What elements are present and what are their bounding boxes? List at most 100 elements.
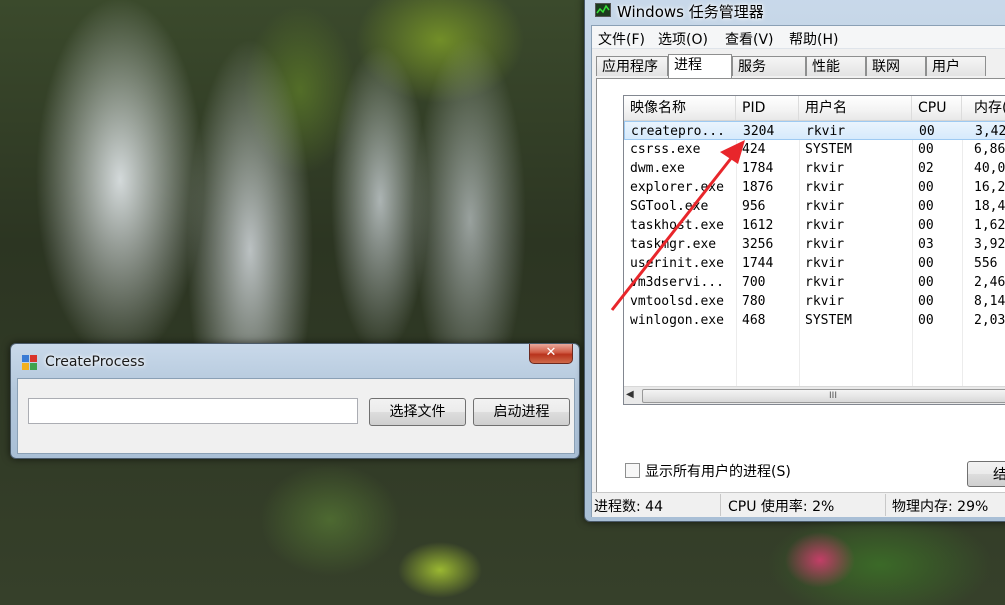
cell-cpu: 00 [918, 218, 934, 233]
tab-strip: 应用程序 进程 服务 性能 联网 用户 [592, 54, 1005, 78]
task-manager-icon [595, 3, 611, 17]
tab-networking[interactable]: 联网 [866, 56, 926, 76]
tab-users[interactable]: 用户 [926, 56, 986, 76]
menu-bar: 文件(F) 选项(O) 查看(V) 帮助(H) [592, 26, 1005, 49]
cell-memory: 16,288 [974, 180, 1005, 195]
cell-pid: 1612 [742, 218, 774, 233]
window-title: Windows 任务管理器 [617, 3, 764, 21]
scroll-left-icon[interactable]: ◀ [626, 389, 634, 400]
window-client-area: 选择文件 启动进程 [17, 378, 575, 454]
menu-help[interactable]: 帮助(H) [789, 29, 838, 49]
createprocess-window: CreateProcess ✕ 选择文件 启动进程 [10, 343, 580, 459]
column-cpu[interactable]: CPU [912, 96, 962, 120]
cell-user-name: rkvir [805, 199, 845, 214]
process-row[interactable]: vmtoolsd.exe 780 rkvir 00 8,144 [624, 292, 1005, 311]
cell-image-name: winlogon.exe [630, 313, 724, 328]
checkbox-box[interactable] [625, 463, 640, 478]
process-list[interactable]: 映像名称 PID 用户名 CPU 内存( createpro... 3204 rkv… [623, 95, 1005, 405]
column-memory[interactable]: 内存( [962, 96, 1005, 120]
column-header-row: 映像名称 PID 用户名 CPU 内存( [624, 96, 1005, 121]
cell-pid: 3256 [742, 237, 774, 252]
cell-user-name: rkvir [805, 161, 845, 176]
show-all-users-checkbox[interactable]: 显示所有用户的进程(S) [625, 461, 791, 481]
cell-user-name: SYSTEM [805, 142, 852, 157]
cell-user-name: rkvir [805, 256, 845, 271]
status-process-count: 进程数: 44 [594, 499, 663, 515]
cell-image-name: csrss.exe [630, 142, 701, 157]
process-row[interactable]: userinit.exe 1744 rkvir 00 556 [624, 254, 1005, 273]
cell-image-name: explorer.exe [630, 180, 724, 195]
cell-pid: 468 [742, 313, 766, 328]
cell-pid: 780 [742, 294, 766, 309]
file-path-input[interactable] [28, 398, 358, 424]
column-pid[interactable]: PID [736, 96, 799, 120]
process-row[interactable]: dwm.exe 1784 rkvir 02 40,044 [624, 159, 1005, 178]
status-bar: 进程数: 44 CPU 使用率: 2% 物理内存: 29% [592, 492, 1005, 517]
menu-options[interactable]: 选项(O) [658, 29, 708, 49]
processes-panel: 映像名称 PID 用户名 CPU 内存( createpro... 3204 rkv… [596, 78, 1005, 500]
status-cpu-usage: CPU 使用率: 2% [728, 499, 835, 515]
menu-view[interactable]: 查看(V) [725, 29, 774, 49]
cell-user-name: rkvir [806, 124, 846, 139]
process-row[interactable]: csrss.exe 424 SYSTEM 00 6,860 [624, 140, 1005, 159]
cell-user-name: rkvir [805, 237, 845, 252]
application-icon [22, 355, 37, 370]
cell-pid: 1876 [742, 180, 774, 195]
cell-memory: 3,928 [974, 237, 1005, 252]
cell-memory: 40,044 [974, 161, 1005, 176]
process-row[interactable]: explorer.exe 1876 rkvir 00 16,288 [624, 178, 1005, 197]
process-rows: createpro... 3204 rkvir 00 3,428 csrss.exe 424… [624, 121, 1005, 330]
process-row[interactable]: taskhost.exe 1612 rkvir 00 1,624 [624, 216, 1005, 235]
cell-memory: 8,144 [974, 294, 1005, 309]
cell-image-name: userinit.exe [630, 256, 724, 271]
cell-user-name: rkvir [805, 275, 845, 290]
process-row[interactable]: winlogon.exe 468 SYSTEM 00 2,036 [624, 311, 1005, 330]
cell-cpu: 00 [919, 124, 935, 139]
tab-services[interactable]: 服务 [732, 56, 806, 76]
process-row[interactable]: taskmgr.exe 3256 rkvir 03 3,928 [624, 235, 1005, 254]
start-process-button[interactable]: 启动进程 [473, 398, 570, 426]
process-row[interactable]: SGTool.exe 956 rkvir 00 18,412 [624, 197, 1005, 216]
process-row[interactable]: vm3dservi... 700 rkvir 00 2,464 [624, 273, 1005, 292]
select-file-button[interactable]: 选择文件 [369, 398, 466, 426]
close-icon: ✕ [545, 345, 557, 360]
scrollbar-thumb[interactable]: III [642, 389, 1005, 403]
cell-pid: 1744 [742, 256, 774, 271]
end-process-button[interactable]: 结束 [967, 461, 1005, 487]
cell-image-name: vm3dservi... [630, 275, 724, 290]
column-image-name[interactable]: 映像名称 [624, 96, 736, 120]
cell-cpu: 00 [918, 275, 934, 290]
close-button[interactable]: ✕ [529, 344, 573, 364]
cell-pid: 3204 [743, 124, 775, 139]
cell-user-name: SYSTEM [805, 313, 852, 328]
process-row[interactable]: createpro... 3204 rkvir 00 3,428 [624, 121, 1005, 140]
task-manager-window: Windows 任务管理器 文件(F) 选项(O) 查看(V) 帮助(H) 应用… [584, 0, 1005, 522]
menu-file[interactable]: 文件(F) [598, 29, 645, 49]
cell-cpu: 00 [918, 294, 934, 309]
cell-pid: 1784 [742, 161, 774, 176]
cell-memory: 556 [974, 256, 998, 271]
cell-cpu: 00 [918, 256, 934, 271]
cell-memory: 2,464 [974, 275, 1005, 290]
tab-applications[interactable]: 应用程序 [596, 56, 668, 76]
window-title: CreateProcess [45, 354, 145, 370]
cell-memory: 3,428 [975, 124, 1005, 139]
cell-user-name: rkvir [805, 180, 845, 195]
cell-cpu: 03 [918, 237, 934, 252]
show-all-users-label: 显示所有用户的进程(S) [645, 464, 791, 480]
cell-memory: 1,624 [974, 218, 1005, 233]
cell-image-name: SGTool.exe [630, 199, 709, 214]
cell-user-name: rkvir [805, 294, 845, 309]
tab-processes[interactable]: 进程 [668, 54, 732, 78]
task-manager-body: 文件(F) 选项(O) 查看(V) 帮助(H) 应用程序 进程 服务 性能 联网… [591, 25, 1005, 517]
status-divider [720, 494, 721, 516]
cell-pid: 424 [742, 142, 766, 157]
cell-pid: 956 [742, 199, 766, 214]
cell-image-name: taskmgr.exe [630, 237, 717, 252]
cell-memory: 6,860 [974, 142, 1005, 157]
column-user-name[interactable]: 用户名 [799, 96, 912, 120]
cell-memory: 2,036 [974, 313, 1005, 328]
tab-performance[interactable]: 性能 [806, 56, 866, 76]
cell-memory: 18,412 [974, 199, 1005, 214]
horizontal-scrollbar[interactable]: ◀ III [624, 386, 1005, 404]
